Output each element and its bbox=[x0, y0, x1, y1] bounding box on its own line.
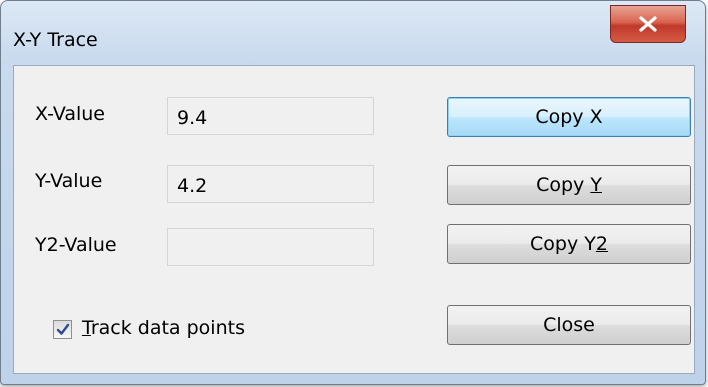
dialog-window: X-Y Trace X-Value 9.4 Y-Value 4.2 Y2-Val… bbox=[0, 0, 706, 385]
copy-y2-button-label: Copy Y bbox=[530, 233, 596, 255]
close-icon bbox=[639, 16, 657, 32]
window-close-button[interactable] bbox=[610, 5, 686, 43]
copy-y2-accelerator: 2 bbox=[595, 233, 608, 255]
track-data-points-label[interactable]: Track data points bbox=[82, 317, 245, 339]
window-title: X-Y Trace bbox=[13, 29, 98, 51]
y2-value-label: Y2-Value bbox=[35, 234, 117, 256]
copy-y-button-label: Copy bbox=[536, 174, 591, 196]
copy-y-accelerator: Y bbox=[590, 174, 602, 196]
dialog-body: X-Value 9.4 Y-Value 4.2 Y2-Value Copy X … bbox=[13, 65, 695, 374]
y-value-field: 4.2 bbox=[167, 165, 374, 203]
copy-y2-button[interactable]: Copy Y2 bbox=[447, 224, 691, 264]
copy-y-button[interactable]: Copy Y bbox=[447, 165, 691, 205]
x-value-field: 9.4 bbox=[167, 97, 374, 135]
copy-x-button[interactable]: Copy X bbox=[447, 97, 691, 137]
y2-value-field bbox=[167, 228, 374, 266]
check-icon bbox=[56, 323, 69, 335]
x-value-label: X-Value bbox=[35, 103, 105, 125]
track-label-rest: rack data points bbox=[90, 317, 245, 339]
close-button[interactable]: Close bbox=[447, 305, 691, 345]
y-value-label: Y-Value bbox=[35, 170, 103, 192]
track-data-points-checkbox[interactable] bbox=[53, 320, 72, 339]
track-accelerator: T bbox=[82, 317, 91, 339]
